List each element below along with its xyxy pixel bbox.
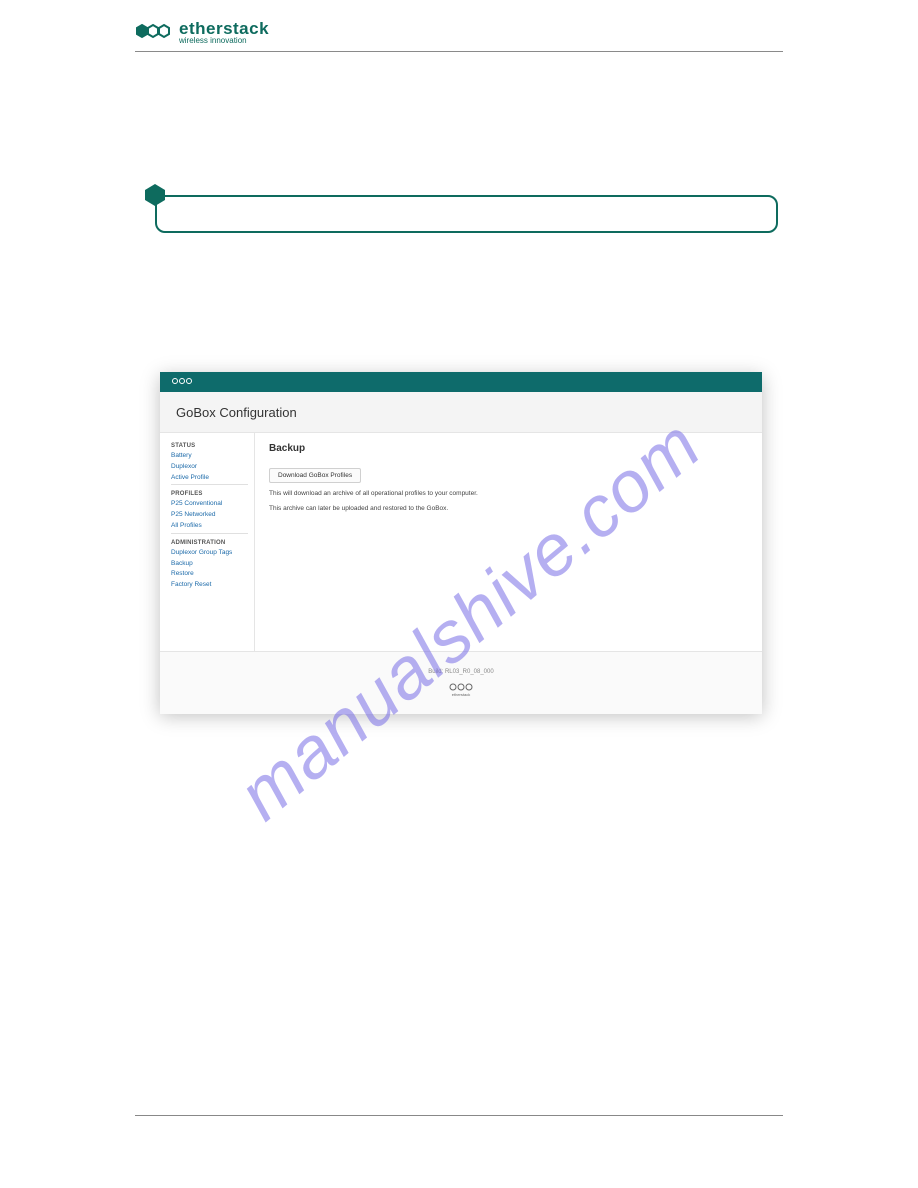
sidebar-item-all-profiles[interactable]: All Profiles [171, 522, 248, 530]
sidebar-item-restore[interactable]: Restore [171, 570, 248, 578]
sidebar-item-p25-networked[interactable]: P25 Networked [171, 511, 248, 519]
main-content: Backup Download GoBox Profiles This will… [255, 433, 762, 651]
sidebar-divider [171, 484, 248, 485]
app-footer: Build: RL03_R0_08_000 etherstack [160, 651, 762, 714]
sidebar-item-duplexor[interactable]: Duplexor [171, 463, 248, 471]
page-title: GoBox Configuration [176, 405, 297, 420]
hex-chain-icon [135, 22, 175, 44]
sidebar-divider [171, 533, 248, 534]
app-topbar [160, 372, 762, 392]
sidebar-heading-status: STATUS [171, 443, 248, 449]
build-version: Build: RL03_R0_08_000 [428, 669, 493, 675]
sidebar-heading-profiles: PROFILES [171, 491, 248, 497]
footer-logo-icon: etherstack [446, 681, 476, 697]
sidebar-item-active-profile[interactable]: Active Profile [171, 474, 248, 482]
brand-tagline: wireless innovation [179, 37, 269, 45]
sidebar-item-factory-reset[interactable]: Factory Reset [171, 581, 248, 589]
description-line-1: This will download an archive of all ope… [269, 489, 748, 498]
sidebar-item-duplexor-group-tags[interactable]: Duplexor Group Tags [171, 549, 248, 557]
sidebar-item-battery[interactable]: Battery [171, 452, 248, 460]
document-footer-rule [135, 1115, 783, 1116]
gobox-screenshot: GoBox Configuration STATUS Battery Duple… [160, 372, 762, 712]
hexagon-bullet-icon [143, 183, 167, 207]
sidebar-item-backup[interactable]: Backup [171, 560, 248, 568]
callout-box [155, 195, 778, 233]
brand-name: etherstack [179, 20, 269, 37]
page-title-bar: GoBox Configuration [160, 392, 762, 433]
sidebar-nav: STATUS Battery Duplexor Active Profile P… [160, 433, 255, 651]
footer-brand: etherstack [452, 692, 470, 697]
download-profiles-button[interactable]: Download GoBox Profiles [269, 468, 361, 483]
etherstack-logo: etherstack wireless innovation [135, 20, 269, 45]
app-logo-icon [170, 376, 194, 388]
sidebar-item-p25-conventional[interactable]: P25 Conventional [171, 500, 248, 508]
main-title: Backup [269, 443, 748, 454]
description-line-2: This archive can later be uploaded and r… [269, 504, 748, 513]
document-header: etherstack wireless innovation [135, 20, 783, 52]
sidebar-heading-administration: ADMINISTRATION [171, 540, 248, 546]
callout-note [155, 195, 778, 233]
